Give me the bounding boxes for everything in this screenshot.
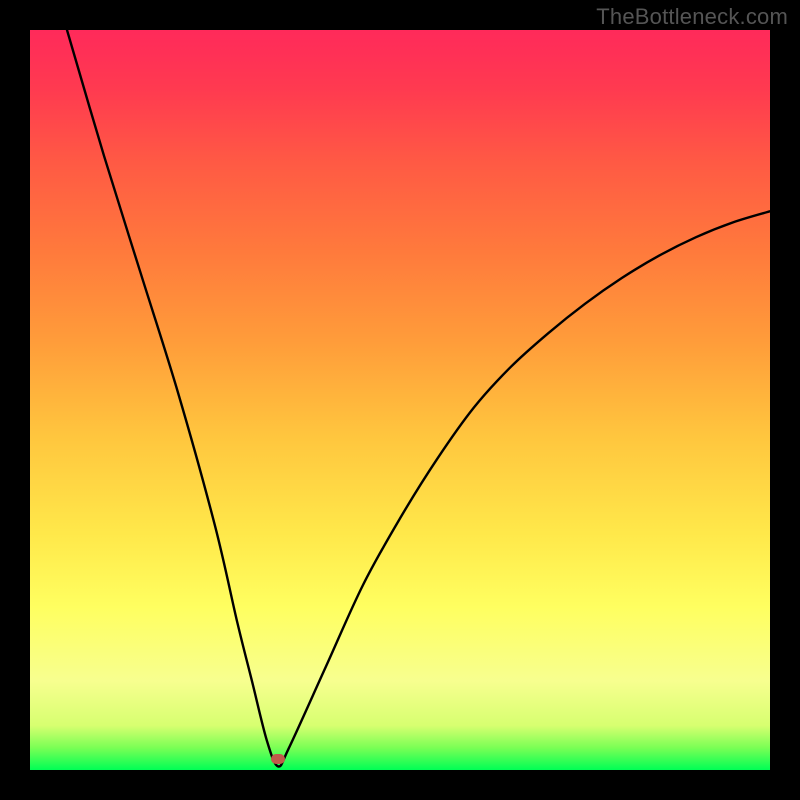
chart-frame: TheBottleneck.com — [0, 0, 800, 800]
bottleneck-curve — [30, 30, 770, 770]
optimal-point-marker — [271, 754, 285, 764]
watermark-text: TheBottleneck.com — [596, 4, 788, 30]
plot-area — [30, 30, 770, 770]
